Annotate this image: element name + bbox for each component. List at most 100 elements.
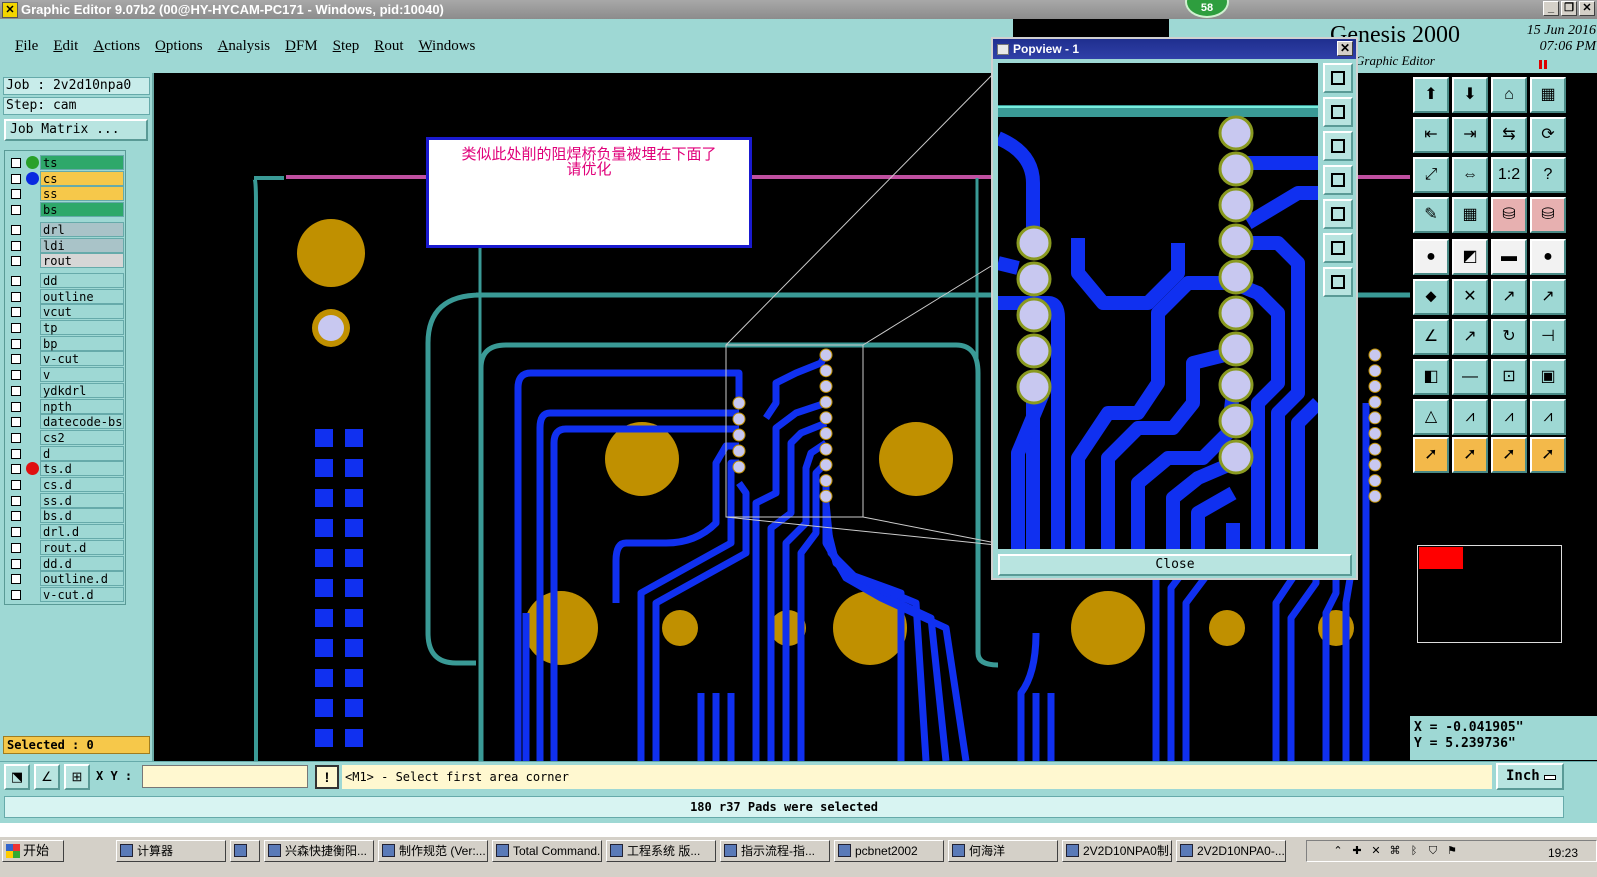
tool-button-2-0[interactable]: ⤢ <box>1413 157 1449 193</box>
tool-button-2-3[interactable]: ? <box>1530 157 1566 193</box>
layer-checkbox[interactable] <box>11 173 21 184</box>
menu-file[interactable]: File <box>15 38 38 55</box>
layer-row[interactable]: cs2 <box>5 429 126 445</box>
layer-row[interactable]: ydkdrl <box>5 382 126 398</box>
layer-row[interactable]: vcut <box>5 304 126 320</box>
tool-button-7-3[interactable]: ▣ <box>1530 359 1566 395</box>
tool-button-6-3[interactable]: ⊣ <box>1530 319 1566 355</box>
tool-button-1-1[interactable]: ⇥ <box>1452 117 1488 153</box>
task-genesis-1[interactable]: 2V2D10NPA0制... <box>1062 840 1172 862</box>
layer-row[interactable]: ss <box>5 186 126 202</box>
task-flow[interactable]: 指示流程-指... <box>720 840 830 862</box>
layer-row[interactable]: dd.d <box>5 555 126 571</box>
tool-button-9-0[interactable]: ➚ <box>1413 437 1449 473</box>
tray-plus-icon[interactable]: ✚ <box>1350 844 1364 858</box>
menu-dfm[interactable]: DFM <box>285 38 318 55</box>
task-browser[interactable]: 兴森快捷衡阳... <box>264 840 374 862</box>
tool-button-7-1[interactable]: — <box>1452 359 1488 395</box>
tool-button-6-1[interactable]: ↗ <box>1452 319 1488 355</box>
task-engineering[interactable]: 工程系统 版... <box>606 840 716 862</box>
layer-checkbox[interactable] <box>11 323 21 333</box>
layer-row[interactable]: bs <box>5 202 126 218</box>
tool-button-2-1[interactable]: ⇔ <box>1452 157 1488 193</box>
tool-button-1-0[interactable]: ⇤ <box>1413 117 1449 153</box>
tool-button-4-3[interactable]: ● <box>1530 239 1566 275</box>
layer-row[interactable]: v-cut <box>5 351 126 367</box>
tool-button-8-1[interactable]: ⩘ <box>1452 399 1488 435</box>
grid-tool-button[interactable]: ⊞ <box>64 764 90 790</box>
tool-button-5-2[interactable]: ↗ <box>1491 279 1527 315</box>
layer-row[interactable]: bp <box>5 335 126 351</box>
units-select[interactable]: Inch <box>1496 763 1564 790</box>
layer-checkbox[interactable] <box>11 275 21 286</box>
start-button[interactable]: 开始 <box>2 840 64 862</box>
layer-checkbox[interactable] <box>11 432 21 443</box>
tray-x-icon[interactable]: ✕ <box>1369 844 1383 858</box>
popview-close-button[interactable]: Close <box>998 554 1352 576</box>
menu-actions[interactable]: Actions <box>93 38 140 55</box>
layer-row[interactable]: datecode-bs <box>5 414 126 430</box>
overview-map[interactable] <box>1417 545 1562 643</box>
layer-row[interactable]: rout.d <box>5 539 126 555</box>
layer-checkbox[interactable] <box>11 385 21 396</box>
layer-row[interactable]: drl.d <box>5 524 126 540</box>
task-genesis-2[interactable]: 2V2D10NPA0-... <box>1176 840 1286 862</box>
window-title-bar[interactable]: ✕ Graphic Editor 9.07b2 (00@HY-HYCAM-PC1… <box>0 0 1597 19</box>
popview-title-bar[interactable]: Popview - 1 ✕ <box>993 39 1356 59</box>
task-calculator[interactable]: 计算器 <box>116 840 226 862</box>
layer-checkbox[interactable] <box>11 256 21 267</box>
layer-row[interactable]: outline.d <box>5 571 126 587</box>
layer-row[interactable]: ts <box>5 155 126 170</box>
layer-checkbox[interactable] <box>11 401 21 412</box>
layer-row[interactable]: bs.d <box>5 508 126 524</box>
tool-button-9-3[interactable]: ➚ <box>1530 437 1566 473</box>
layer-checkbox[interactable] <box>11 574 21 585</box>
tool-button-0-2[interactable]: ⌂ <box>1491 77 1527 113</box>
popview-tool-5[interactable] <box>1323 199 1353 229</box>
layer-row[interactable]: cs <box>5 170 126 186</box>
layer-checkbox[interactable] <box>11 205 21 216</box>
layer-row[interactable]: rout <box>5 253 126 269</box>
restore-button[interactable]: ❐ <box>1561 1 1577 16</box>
menu-windows[interactable]: Windows <box>418 38 475 55</box>
layer-checkbox[interactable] <box>11 240 21 251</box>
tool-button-7-2[interactable]: ⊡ <box>1491 359 1527 395</box>
task-spec[interactable]: 制作规范 (Ver:... <box>378 840 488 862</box>
menu-rout[interactable]: Rout <box>374 38 403 55</box>
tool-button-0-1[interactable]: ⬇ <box>1452 77 1488 113</box>
layer-row[interactable]: d <box>5 445 126 461</box>
tool-button-5-0[interactable]: ⬥ <box>1413 279 1449 315</box>
layer-checkbox[interactable] <box>11 464 21 475</box>
layer-checkbox[interactable] <box>11 291 21 302</box>
tool-button-7-0[interactable]: ◧ <box>1413 359 1449 395</box>
tray-shield-icon[interactable]: ⛉ <box>1426 844 1440 858</box>
layer-checkbox[interactable] <box>11 527 21 538</box>
popview-tool-6[interactable] <box>1323 233 1353 263</box>
tool-button-3-0[interactable]: ✎ <box>1413 197 1449 233</box>
tray-network-icon[interactable]: ⌘ <box>1388 844 1402 858</box>
tray-arrow-icon[interactable]: ⌃ <box>1331 844 1345 858</box>
layer-row[interactable]: npth <box>5 398 126 414</box>
tool-button-8-3[interactable]: ⩘ <box>1530 399 1566 435</box>
tool-button-8-0[interactable]: △ <box>1413 399 1449 435</box>
alert-button[interactable]: ! <box>315 765 339 789</box>
layer-checkbox[interactable] <box>11 158 21 168</box>
tool-button-9-1[interactable]: ➚ <box>1452 437 1488 473</box>
minimize-button[interactable]: _ <box>1543 1 1559 16</box>
overview-viewport[interactable] <box>1419 547 1463 569</box>
tool-button-6-2[interactable]: ↻ <box>1491 319 1527 355</box>
popview-tool-1[interactable] <box>1323 63 1353 93</box>
layer-checkbox[interactable] <box>11 224 21 235</box>
task-pcbnet[interactable]: pcbnet2002 <box>834 840 944 862</box>
popview-close-icon[interactable]: ✕ <box>1337 41 1353 56</box>
tool-button-0-0[interactable]: ⬆ <box>1413 77 1449 113</box>
tool-button-0-3[interactable]: ▦ <box>1530 77 1566 113</box>
layer-checkbox[interactable] <box>11 417 21 428</box>
popview-tool-4[interactable] <box>1323 165 1353 195</box>
layer-checkbox[interactable] <box>11 354 21 365</box>
menu-analysis[interactable]: Analysis <box>218 38 271 55</box>
layer-checkbox[interactable] <box>11 448 21 459</box>
popview-tool-2[interactable] <box>1323 97 1353 127</box>
xy-input[interactable] <box>142 765 308 788</box>
tool-button-2-2[interactable]: 1:2 <box>1491 157 1527 193</box>
